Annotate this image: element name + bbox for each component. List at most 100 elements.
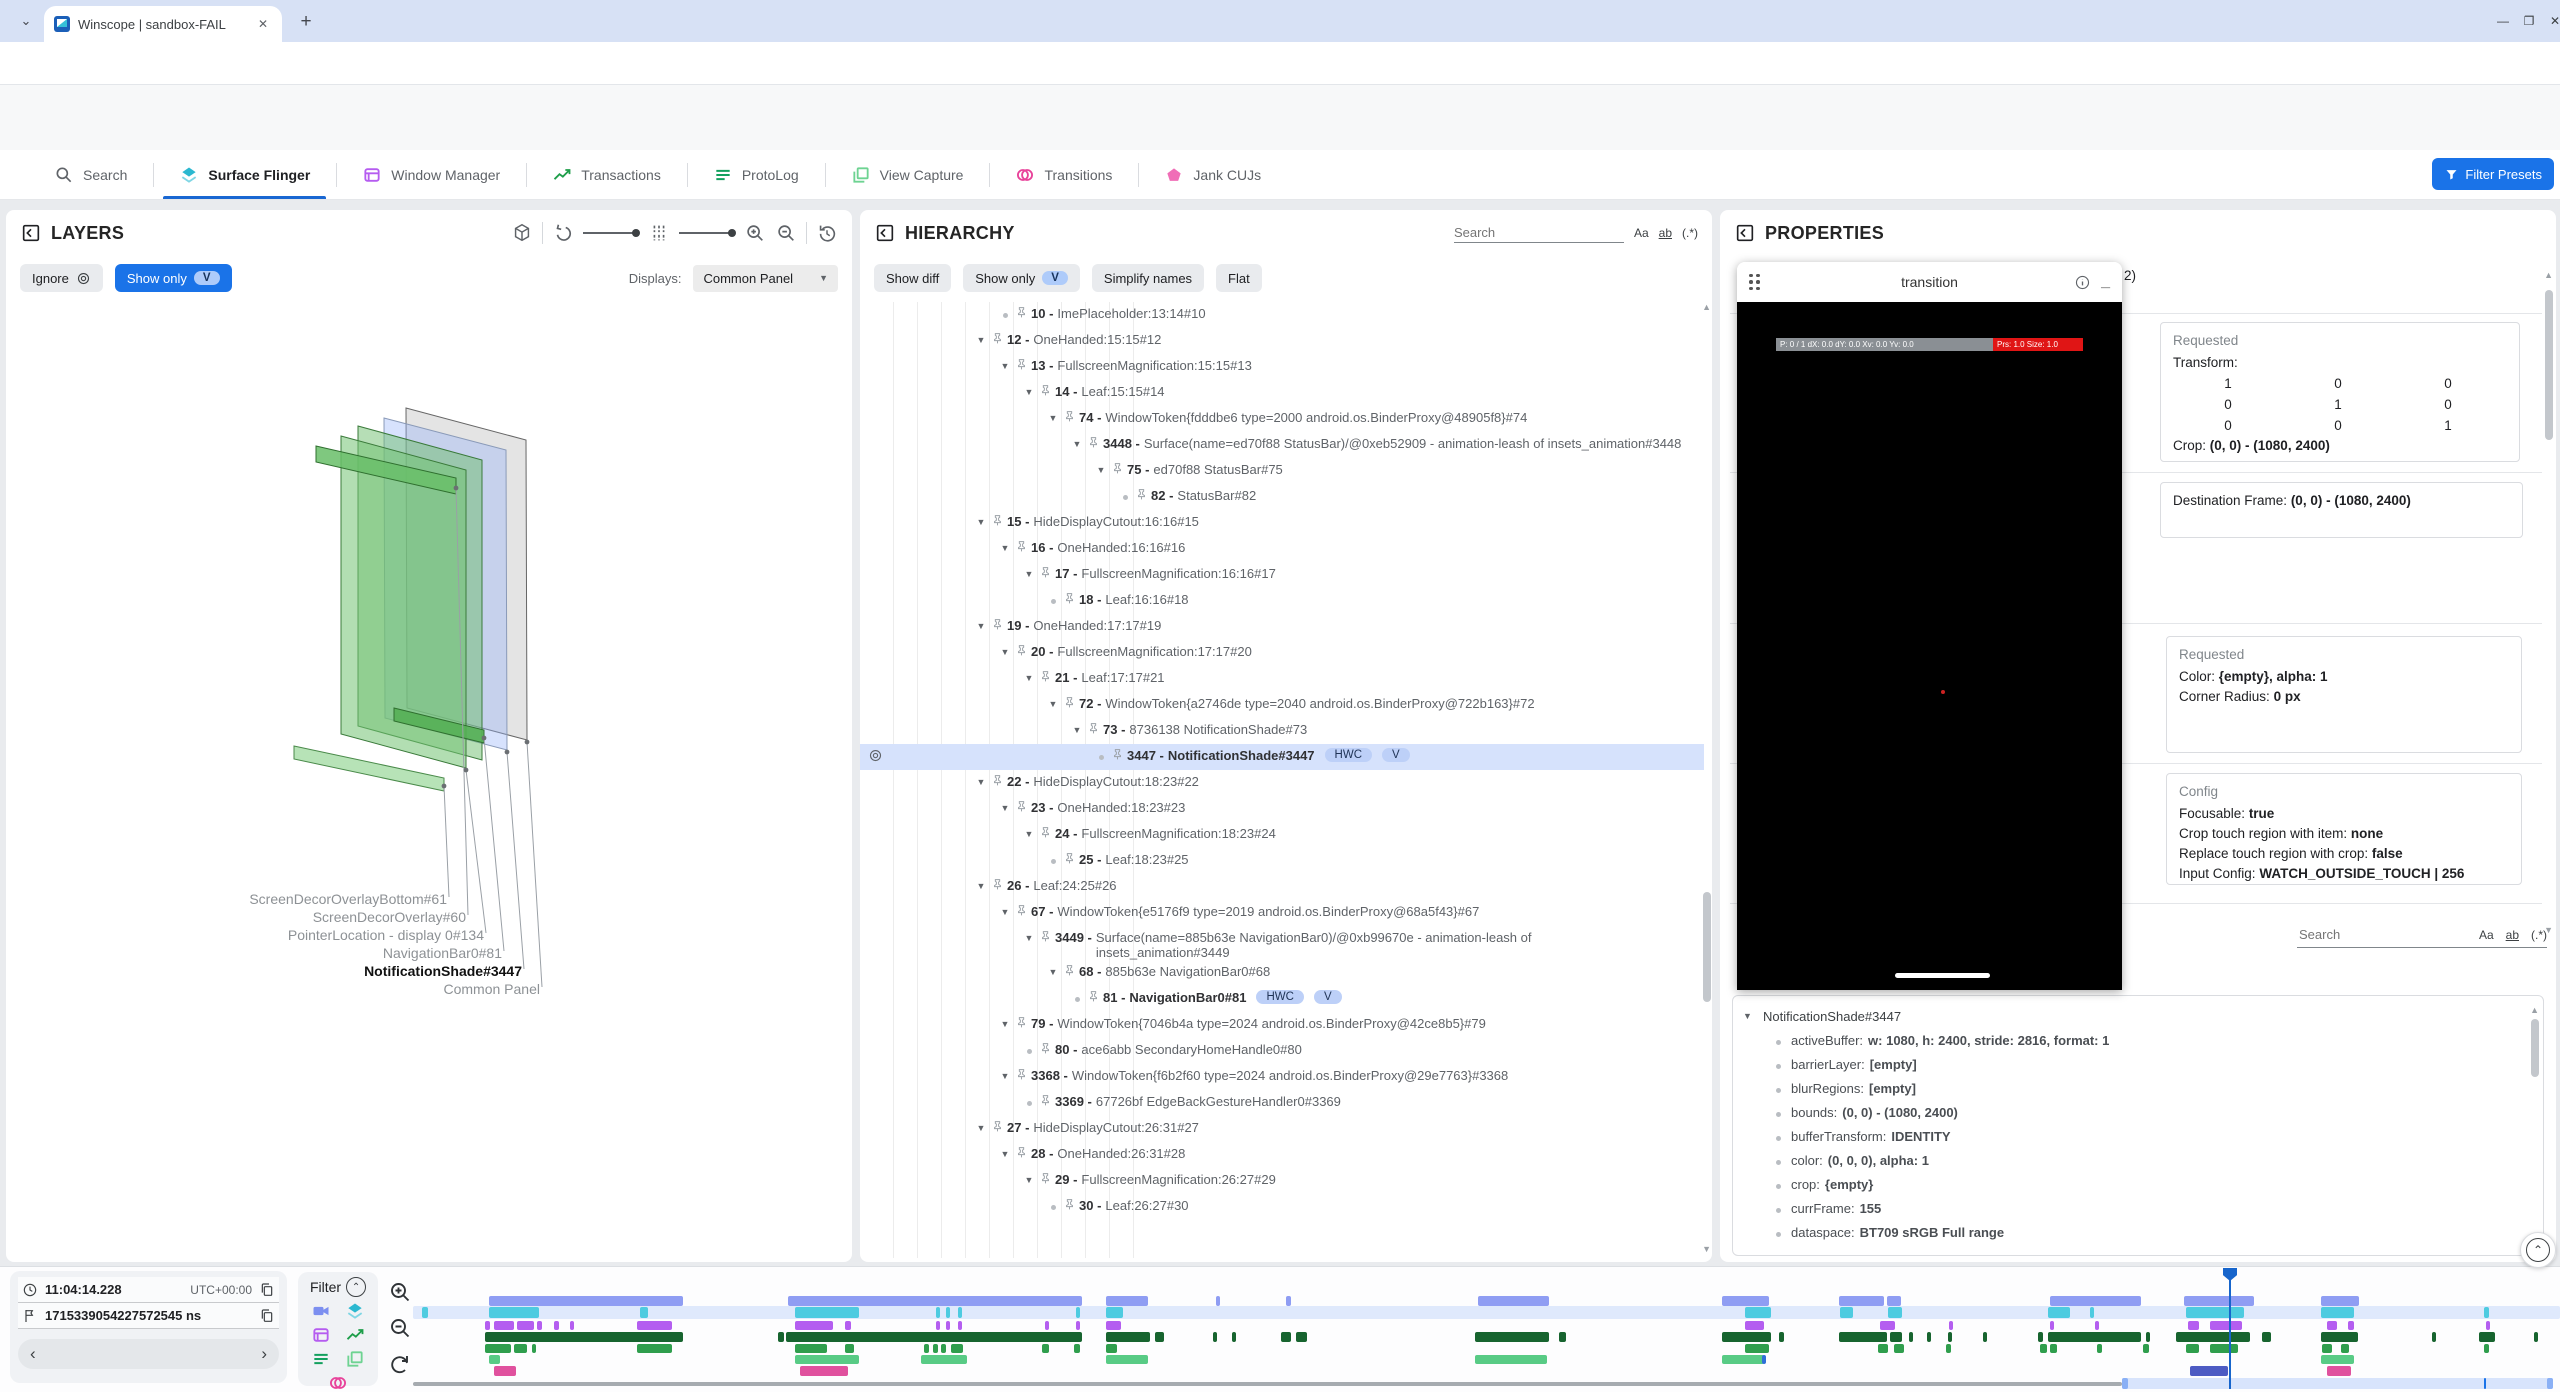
hierarchy-row[interactable]: ▼28 -OneHanded:26:31#28 bbox=[860, 1142, 1704, 1168]
match-word-toggle[interactable]: ab bbox=[1659, 226, 1672, 240]
hierarchy-row[interactable]: 82 -StatusBar#82 bbox=[860, 484, 1704, 510]
hierarchy-row[interactable]: ▼68 -885b63e NavigationBar0#68 bbox=[860, 960, 1704, 986]
hierarchy-row[interactable]: ▼27 -HideDisplayCutout:26:31#27 bbox=[860, 1116, 1704, 1142]
hierarchy-scrollbar[interactable]: ▲ ▼ bbox=[1704, 302, 1712, 1254]
zoom-out-icon[interactable] bbox=[775, 222, 797, 244]
pin-icon[interactable] bbox=[1063, 964, 1076, 977]
expand-arrow-icon[interactable]: ▼ bbox=[972, 332, 990, 348]
layer-label[interactable]: ScreenDecorOverlay#60 bbox=[313, 909, 467, 925]
hierarchy-row[interactable]: 3369 -67726bf EdgeBackGestureHandler0#33… bbox=[860, 1090, 1704, 1116]
property-row[interactable]: blurRegions:[empty] bbox=[1743, 1076, 2543, 1100]
hierarchy-row[interactable]: ▼3368 -WindowToken{f6b2f60 type=2024 and… bbox=[860, 1064, 1704, 1090]
screen-recording-filter-icon[interactable] bbox=[311, 1301, 331, 1321]
expand-arrow-icon[interactable]: ▼ bbox=[996, 1068, 1014, 1084]
window-minimize-button[interactable]: — bbox=[2492, 10, 2514, 32]
expand-arrow-icon[interactable]: ▼ bbox=[1044, 964, 1062, 980]
pin-icon[interactable] bbox=[1015, 800, 1028, 813]
hierarchy-row[interactable]: ▼73 -8736138 NotificationShade#73 bbox=[860, 718, 1704, 744]
layer-label[interactable]: NotificationShade#3447 bbox=[364, 963, 522, 979]
pin-icon[interactable] bbox=[1111, 748, 1124, 761]
tab-transactions[interactable]: Transactions bbox=[526, 150, 687, 199]
hierarchy-row[interactable]: ▼21 -Leaf:17:17#21 bbox=[860, 666, 1704, 692]
hierarchy-row[interactable]: 30 -Leaf:26:27#30 bbox=[860, 1194, 1704, 1220]
pin-icon[interactable] bbox=[1015, 1016, 1028, 1029]
surface-flinger-filter-icon[interactable] bbox=[345, 1301, 365, 1321]
expand-arrow-icon[interactable]: ▼ bbox=[972, 618, 990, 634]
protolog-filter-icon[interactable] bbox=[311, 1349, 331, 1369]
pin-icon[interactable] bbox=[1039, 930, 1052, 943]
collapse-panel-icon[interactable] bbox=[874, 222, 896, 244]
tab-search[interactable]: Search bbox=[28, 150, 153, 199]
expand-arrow-icon[interactable]: ▼ bbox=[1020, 826, 1038, 842]
expand-arrow-icon[interactable]: ▼ bbox=[1020, 930, 1038, 946]
collapse-panel-icon[interactable] bbox=[20, 222, 42, 244]
pin-icon[interactable] bbox=[1063, 696, 1076, 709]
pin-icon[interactable] bbox=[1039, 566, 1052, 579]
window-maximize-button[interactable]: ❐ bbox=[2518, 10, 2540, 32]
hierarchy-row[interactable]: ▼23 -OneHanded:18:23#23 bbox=[860, 796, 1704, 822]
expand-arrow-icon[interactable]: ▼ bbox=[1743, 1011, 1763, 1021]
collapse-filter-icon[interactable]: ⌃ bbox=[346, 1277, 366, 1297]
pin-icon[interactable] bbox=[1063, 410, 1076, 423]
expand-arrow-icon[interactable]: ▼ bbox=[972, 514, 990, 530]
expand-arrow-icon[interactable]: ▼ bbox=[1092, 462, 1110, 478]
expand-arrow-icon[interactable]: ▼ bbox=[996, 904, 1014, 920]
expand-arrow-icon[interactable]: ▼ bbox=[1020, 384, 1038, 400]
property-row[interactable]: color:(0, 0, 0), alpha: 1 bbox=[1743, 1148, 2543, 1172]
timeline-reset-zoom-icon[interactable] bbox=[388, 1352, 412, 1376]
tab-view-capture[interactable]: View Capture bbox=[825, 150, 990, 199]
properties-root-row[interactable]: ▼NotificationShade#3447 bbox=[1743, 1004, 2543, 1028]
pin-icon[interactable] bbox=[1111, 462, 1124, 475]
property-row[interactable]: currFrame:155 bbox=[1743, 1196, 2543, 1220]
hierarchy-row[interactable]: ▼15 -HideDisplayCutout:16:16#15 bbox=[860, 510, 1704, 536]
pin-icon[interactable] bbox=[1063, 592, 1076, 605]
hierarchy-row[interactable]: ▼19 -OneHanded:17:17#19 bbox=[860, 614, 1704, 640]
pin-icon[interactable] bbox=[1039, 1172, 1052, 1185]
scroll-to-top-button[interactable]: ⌃ bbox=[2520, 1232, 2556, 1268]
pin-icon[interactable] bbox=[1087, 722, 1100, 735]
hierarchy-row[interactable]: 81 -NavigationBar0#81HWCV bbox=[860, 986, 1704, 1012]
expand-arrow-icon[interactable]: ▼ bbox=[996, 540, 1014, 556]
property-row[interactable]: activeBuffer:w: 1080, h: 2400, stride: 2… bbox=[1743, 1028, 2543, 1052]
rotation-icon[interactable] bbox=[552, 222, 574, 244]
expand-arrow-icon[interactable]: ▼ bbox=[1020, 1172, 1038, 1188]
layer-label[interactable]: Common Panel bbox=[444, 981, 541, 997]
visibility-icon[interactable] bbox=[868, 748, 883, 763]
hierarchy-row[interactable]: 80 -ace6abb SecondaryHomeHandle0#80 bbox=[860, 1038, 1704, 1064]
expand-arrow-icon[interactable]: ▼ bbox=[996, 1146, 1014, 1162]
pin-icon[interactable] bbox=[1063, 852, 1076, 865]
pin-icon[interactable] bbox=[1039, 670, 1052, 683]
frame-step-control[interactable]: ‹ › bbox=[18, 1339, 279, 1369]
hierarchy-row[interactable]: ▼75 -ed70f88 StatusBar#75 bbox=[860, 458, 1704, 484]
layers-3d-view[interactable]: ScreenDecorOverlayBottom#61ScreenDecorOv… bbox=[6, 300, 852, 1262]
expand-arrow-icon[interactable]: ▼ bbox=[972, 774, 990, 790]
window-close-button[interactable]: ✕ bbox=[2544, 10, 2560, 32]
show-only-button[interactable]: Show only V bbox=[115, 264, 232, 292]
flat-button[interactable]: Flat bbox=[1216, 264, 1262, 292]
tab-search-button[interactable]: ⌄ bbox=[12, 8, 40, 34]
hierarchy-row[interactable]: ▼26 -Leaf:24:25#26 bbox=[860, 874, 1704, 900]
transactions-filter-icon[interactable] bbox=[345, 1325, 365, 1345]
tab-surface-flinger[interactable]: Surface Flinger bbox=[153, 150, 336, 199]
pin-icon[interactable] bbox=[1015, 358, 1028, 371]
timeline-zoom-out-icon[interactable] bbox=[388, 1316, 412, 1340]
new-tab-button[interactable]: + bbox=[294, 10, 318, 34]
transition-screenshot-dialog[interactable]: transition _ P: 0 / 1 dX: 0.0 dY: 0.0 Xv… bbox=[1737, 262, 2122, 990]
tab-protolog[interactable]: ProtoLog bbox=[687, 150, 825, 199]
pin-icon[interactable] bbox=[1015, 1068, 1028, 1081]
info-icon[interactable] bbox=[2074, 274, 2091, 291]
hierarchy-row[interactable]: ▼20 -FullscreenMagnification:17:17#20 bbox=[860, 640, 1704, 666]
property-row[interactable]: bounds:(0, 0) - (1080, 2400) bbox=[1743, 1100, 2543, 1124]
pin-icon[interactable] bbox=[991, 618, 1004, 631]
collapse-panel-icon[interactable] bbox=[1734, 222, 1756, 244]
pin-icon[interactable] bbox=[1015, 1146, 1028, 1159]
match-word-toggle[interactable]: ab bbox=[2506, 928, 2519, 942]
pin-icon[interactable] bbox=[1135, 488, 1148, 501]
prev-frame-button[interactable]: ‹ bbox=[30, 1344, 36, 1364]
pin-icon[interactable] bbox=[1063, 1198, 1076, 1211]
expand-arrow-icon[interactable]: ▼ bbox=[1044, 696, 1062, 712]
expand-arrow-icon[interactable]: ▼ bbox=[1068, 436, 1086, 452]
pin-icon[interactable] bbox=[991, 514, 1004, 527]
copy-icon[interactable] bbox=[259, 1282, 275, 1298]
filter-presets-button[interactable]: Filter Presets bbox=[2432, 158, 2554, 190]
